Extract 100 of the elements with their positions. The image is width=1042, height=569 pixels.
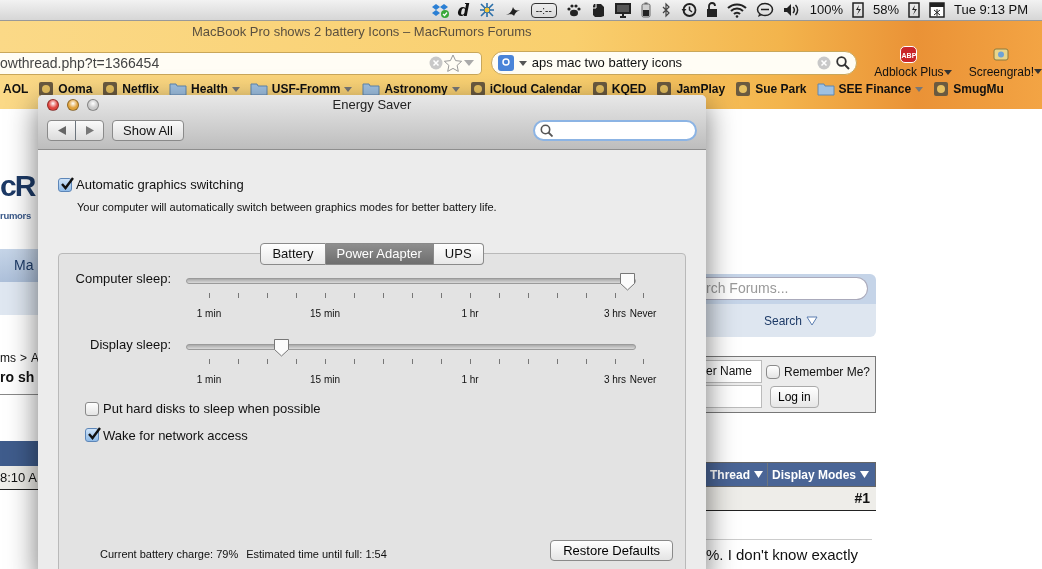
- right-triangle-icon: [85, 126, 94, 135]
- speaker-icon[interactable]: [782, 2, 801, 18]
- bookmark[interactable]: Health: [169, 80, 240, 98]
- extension-button[interactable]: Screengrab!: [968, 45, 1034, 81]
- battery-charge-text: Current battery charge: 79%: [100, 546, 239, 562]
- post-number[interactable]: #1: [854, 488, 870, 509]
- thread-toolbar: [0, 441, 38, 467]
- close-button[interactable]: [47, 99, 59, 111]
- bookmark[interactable]: AOL: [3, 80, 29, 98]
- site-logo[interactable]: cR: [0, 171, 38, 201]
- logo-tagline: rumors: [0, 209, 32, 223]
- search-engine-icon[interactable]: [497, 55, 514, 71]
- tick-label: Never: [629, 373, 657, 387]
- bookmark[interactable]: iCloud Calendar: [469, 80, 582, 98]
- search-field[interactable]: aps mac two battery icons: [490, 51, 858, 75]
- dropdown-triangle-icon[interactable]: [806, 315, 818, 326]
- site-icon: [102, 81, 119, 97]
- slider-track[interactable]: [186, 338, 636, 357]
- breadcrumb-separator: >: [20, 350, 27, 368]
- tick-label: 1 hr: [461, 307, 479, 321]
- dropdown-caret-icon: [231, 85, 240, 93]
- star-icon[interactable]: [442, 54, 463, 72]
- slider-track[interactable]: [186, 272, 636, 291]
- checkbox-label: Automatic graphics switching: [76, 176, 244, 194]
- starburst-icon[interactable]: [478, 2, 495, 18]
- time-until-full-text: Estimated time until full: 1:54: [246, 546, 387, 562]
- password-field[interactable]: [706, 385, 762, 408]
- battery-charging-icon[interactable]: [908, 2, 921, 18]
- bookmark[interactable]: Sue Park: [735, 80, 807, 98]
- dropdown-caret-icon[interactable]: [943, 67, 952, 76]
- battery-icon[interactable]: [640, 2, 651, 18]
- nav-tab[interactable]: Ma: [0, 249, 38, 283]
- dropdown-caret-icon[interactable]: [518, 59, 527, 67]
- bookmark[interactable]: Netflix: [102, 80, 160, 98]
- tick-label: 3 hrs: [603, 373, 627, 387]
- username-field[interactable]: er Name: [706, 360, 762, 383]
- show-all-button[interactable]: Show All: [112, 120, 184, 141]
- bookmark[interactable]: USF-Fromm: [249, 80, 353, 98]
- site-icon: [38, 81, 55, 97]
- dropbox-icon[interactable]: [430, 2, 449, 18]
- calendar-icon[interactable]: [929, 2, 946, 18]
- window-title: Energy Saver: [332, 98, 412, 114]
- dropdown-caret-icon: [344, 85, 353, 93]
- battery-percentage: 58%: [873, 1, 900, 20]
- bookmark[interactable]: SEE Finance: [816, 80, 924, 98]
- checkbox[interactable]: [85, 428, 99, 443]
- bookmark[interactable]: Astronomy: [362, 80, 460, 98]
- site-icon: [469, 81, 486, 97]
- battery-percentage: 100%: [809, 1, 843, 20]
- restore-defaults-button[interactable]: Restore Defaults: [550, 540, 673, 562]
- breadcrumb-link[interactable]: ms: [0, 349, 16, 368]
- address-bar[interactable]: owthread.php?t=1366454: [0, 51, 482, 75]
- search-icon: [540, 124, 553, 137]
- paw-icon[interactable]: [565, 2, 582, 18]
- remember-me-checkbox[interactable]: [766, 364, 780, 379]
- chat-bubble-icon[interactable]: [755, 2, 774, 18]
- tick-label: 15 min: [310, 373, 340, 387]
- battery-charging-icon[interactable]: [852, 2, 864, 18]
- tab[interactable]: UPS: [433, 243, 484, 265]
- site-icon: [735, 81, 752, 97]
- checkbox-label: Wake for network access: [103, 426, 248, 445]
- dropdown-caret-icon: [451, 85, 460, 93]
- wifi-icon[interactable]: [726, 2, 747, 18]
- bookmark[interactable]: Ooma: [38, 80, 93, 98]
- tick-label: 3 hrs: [603, 307, 627, 321]
- dropdown-caret-icon[interactable]: [1034, 67, 1042, 75]
- folder-icon: [816, 82, 835, 96]
- menu-bar-clock[interactable]: Tue 9:13 PM: [954, 0, 1028, 20]
- search-icon[interactable]: [836, 56, 851, 70]
- camera-icon: [992, 45, 1011, 63]
- history-clock-icon[interactable]: [680, 2, 697, 18]
- remember-me-label: Remember Me?: [784, 363, 871, 381]
- tab[interactable]: Battery: [260, 243, 326, 265]
- site-icon: [591, 81, 608, 97]
- checkbox[interactable]: [58, 177, 72, 192]
- window-title: MacBook Pro shows 2 battery Icons – MacRumors Forums: [191, 23, 533, 41]
- slider-thumb[interactable]: [619, 272, 636, 291]
- slider-thumb[interactable]: [272, 338, 290, 357]
- zoom-button[interactable]: [87, 99, 99, 111]
- bookmark[interactable]: JamPlay: [656, 80, 726, 98]
- timer-display[interactable]: --:--: [530, 2, 557, 18]
- lock-icon[interactable]: [705, 2, 718, 18]
- minimize-button[interactable]: [67, 99, 79, 111]
- toolbar-menu[interactable]: Thread: [706, 463, 767, 486]
- slider-label: Computer sleep:: [74, 271, 172, 286]
- checkbox-label: Put hard disks to sleep when possible: [103, 400, 321, 418]
- tab[interactable]: Power Adapter: [325, 243, 434, 265]
- tick-label: 1 min: [196, 373, 222, 387]
- bookmark[interactable]: KQED: [591, 80, 647, 98]
- tick-label: Never: [629, 307, 657, 321]
- search-field[interactable]: [533, 120, 697, 141]
- search-link[interactable]: Search: [764, 311, 802, 330]
- site-icon: [933, 81, 950, 97]
- monitor-icon[interactable]: [613, 2, 632, 18]
- login-button[interactable]: Log in: [770, 385, 819, 408]
- description-text: Your computer will automatically switch between graphics modes for better battery life.: [77, 199, 498, 215]
- bookmark[interactable]: SmugMu: [933, 80, 1004, 98]
- checkbox[interactable]: [85, 401, 99, 416]
- toolbar-menu[interactable]: Display Modes: [767, 463, 875, 486]
- letter-logo-icon[interactable]: d: [457, 1, 470, 19]
